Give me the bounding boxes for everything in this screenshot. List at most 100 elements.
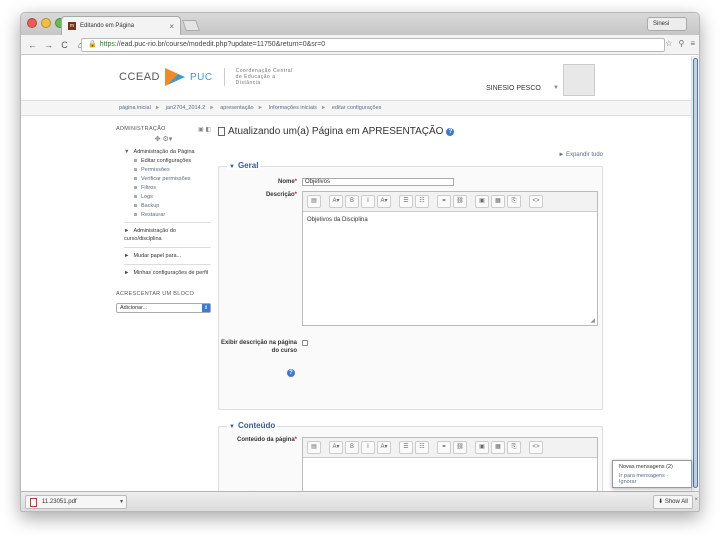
bullet-icon: [134, 168, 137, 172]
tree-item-check-permissions[interactable]: Verificar permissões: [134, 176, 211, 182]
breadcrumb-item[interactable]: jan2704_2014.2: [166, 105, 205, 111]
name-field[interactable]: Objetivos: [302, 178, 454, 186]
user-name[interactable]: SINESIO PESCO: [486, 85, 541, 92]
required-mark: *: [294, 192, 297, 198]
page-content: CCEAD PUC Coordenação Central de Educaçã…: [21, 56, 693, 492]
name-label: Nome*: [219, 179, 297, 185]
tree-item-edit-settings[interactable]: Editar configurações: [134, 158, 211, 164]
unlink-button[interactable]: ⛓: [453, 441, 467, 454]
bold-button[interactable]: B: [345, 441, 359, 454]
content-legend[interactable]: ▼ Conteúdo: [227, 421, 278, 430]
unlink-button[interactable]: ⛓: [453, 195, 467, 208]
image-button[interactable]: ▣: [475, 195, 489, 208]
minimize-window-button[interactable]: [41, 18, 51, 28]
new-tab-button[interactable]: [181, 20, 201, 31]
tree-node-switch-role[interactable]: ► Mudar papel para...: [124, 252, 211, 260]
logo-subtitle: Coordenação Central de Educação a Distân…: [235, 68, 293, 86]
breadcrumb-item[interactable]: editar configurações: [332, 105, 382, 111]
tree-node-page-admin[interactable]: ▼ Administração da Página: [124, 149, 211, 155]
media-button[interactable]: ▦: [491, 195, 505, 208]
image-button[interactable]: ▣: [475, 441, 489, 454]
tree-item-logs[interactable]: Logs: [134, 194, 211, 200]
editor-toolbar: ▤ A▾ B I A▾ ☰ ☷ ⚭ ⛓ ▣ ▦ ⎘ <>: [303, 438, 597, 458]
bookmark-star-icon[interactable]: ☆: [665, 39, 672, 48]
expand-all-label: Expandir tudo: [565, 152, 603, 158]
breadcrumb-item[interactable]: apresentação: [220, 105, 253, 111]
tab-bar: m Editando em Página × Sinesi: [21, 13, 699, 35]
html-button[interactable]: <>: [529, 195, 543, 208]
close-window-button[interactable]: [27, 18, 37, 28]
link-button[interactable]: ⚭: [437, 195, 451, 208]
bullet-list-button[interactable]: ☰: [399, 441, 413, 454]
select-arrow-icon: ⇕: [202, 304, 210, 312]
html-button[interactable]: <>: [529, 441, 543, 454]
sidebar: ADMINISTRAÇÃO ▣ ◧ ✥ ⚙▾ ▼ Administração da…: [116, 126, 211, 313]
ignore-link[interactable]: Ignorar: [619, 479, 636, 485]
numbered-list-button[interactable]: ☷: [415, 195, 429, 208]
download-bar: 11.23051.pdf ▾ ⬇ Show All ×: [21, 491, 699, 511]
italic-button[interactable]: I: [361, 441, 375, 454]
toolbar-toggle-button[interactable]: ▤: [307, 441, 321, 454]
expand-all-link[interactable]: ► Expandir tudo: [558, 152, 603, 158]
profile-badge[interactable]: Sinesi: [647, 17, 687, 31]
font-color-button[interactable]: A▾: [377, 195, 391, 208]
expanded-arrow-icon: ▼: [124, 149, 130, 155]
show-description-label: Exibir descrição na página do curso: [220, 340, 297, 354]
tab-title: Editando em Página: [80, 23, 135, 29]
tree-node-profile-settings[interactable]: ► Minhas configurações de perfil: [124, 269, 211, 277]
download-menu-chevron-icon[interactable]: ▾: [120, 496, 123, 508]
text-style-button[interactable]: A▾: [329, 441, 343, 454]
breadcrumb-item[interactable]: Informações iniciais: [269, 105, 317, 111]
back-icon[interactable]: ←: [27, 40, 38, 50]
help-icon[interactable]: ?: [287, 369, 295, 377]
menu-icon[interactable]: ≡: [690, 39, 695, 48]
search-icon[interactable]: ⚲: [678, 39, 684, 48]
add-block-title: ACRESCENTAR UM BLOCO: [116, 291, 195, 297]
media-button[interactable]: ▦: [491, 441, 505, 454]
file-button[interactable]: ⎘: [507, 441, 521, 454]
tree-item-restore[interactable]: Restaurar: [134, 212, 211, 218]
tree-node-course-admin[interactable]: ► Administração do curso/disciplina: [124, 227, 211, 243]
label-text: Descrição: [265, 192, 295, 198]
tree-item-filters[interactable]: Filtros: [134, 185, 211, 191]
italic-button[interactable]: I: [361, 195, 375, 208]
file-button[interactable]: ⎘: [507, 195, 521, 208]
description-editor[interactable]: ▤ A▾ B I A▾ ☰ ☷ ⚭ ⛓ ▣ ▦ ⎘ <> Objetivos d…: [302, 191, 598, 326]
show-description-checkbox[interactable]: [302, 340, 308, 346]
help-icon[interactable]: ?: [446, 127, 455, 136]
bold-button[interactable]: B: [345, 195, 359, 208]
browser-tab[interactable]: m Editando em Página ×: [61, 16, 181, 35]
user-menu-chevron-icon[interactable]: ▼: [553, 85, 559, 91]
move-block-icon[interactable]: ✥ ⚙▾: [116, 135, 211, 143]
content-editor[interactable]: ▤ A▾ B I A▾ ☰ ☷ ⚭ ⛓ ▣ ▦ ⎘ <>: [302, 437, 598, 492]
add-block-select[interactable]: Adicionar... ⇕: [116, 303, 211, 313]
page-scrollbar[interactable]: [691, 56, 699, 492]
tree-item-permissions[interactable]: Permissões: [134, 167, 211, 173]
reload-icon[interactable]: C: [59, 40, 70, 50]
resize-handle-icon[interactable]: ◢: [590, 317, 595, 324]
forward-icon[interactable]: →: [43, 40, 54, 50]
scrollbar-thumb[interactable]: [693, 58, 698, 488]
tree-item-label: Permissões: [141, 167, 170, 173]
ccead-logo[interactable]: CCEAD PUC Coordenação Central de Educaçã…: [119, 68, 294, 86]
required-mark: *: [294, 437, 297, 443]
link-button[interactable]: ⚭: [437, 441, 451, 454]
address-bar[interactable]: 🔒 https://ead.puc-rio.br/course/modedit.p…: [81, 38, 665, 52]
download-item[interactable]: 11.23051.pdf ▾: [25, 495, 127, 509]
tab-close-icon[interactable]: ×: [169, 22, 174, 31]
close-download-bar-icon[interactable]: ×: [694, 497, 698, 503]
text-style-button[interactable]: A▾: [329, 195, 343, 208]
collapse-icon[interactable]: ◧: [205, 127, 211, 133]
main-column: Atualizando um(a) Página em APRESENTAÇÃO…: [218, 126, 603, 492]
general-legend[interactable]: ▼ Geral: [227, 161, 261, 170]
numbered-list-button[interactable]: ☷: [415, 441, 429, 454]
breadcrumb-item[interactable]: página inicial: [119, 105, 151, 111]
avatar[interactable]: [563, 64, 595, 96]
tree-item-backup[interactable]: Backup: [134, 203, 211, 209]
show-all-downloads-button[interactable]: ⬇ Show All: [653, 495, 693, 509]
toolbar-toggle-button[interactable]: ▤: [307, 195, 321, 208]
font-color-button[interactable]: A▾: [377, 441, 391, 454]
dock-icon[interactable]: ▣: [198, 127, 204, 133]
content-label: Conteúdo da página*: [219, 436, 297, 444]
bullet-list-button[interactable]: ☰: [399, 195, 413, 208]
